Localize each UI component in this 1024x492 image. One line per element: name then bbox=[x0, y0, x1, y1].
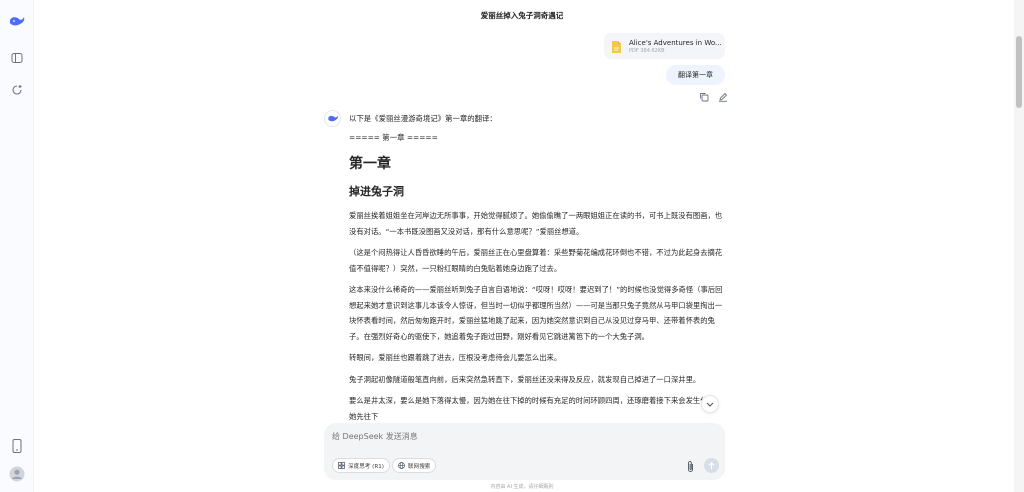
file-meta: PDF 384.62KB bbox=[629, 47, 665, 54]
page-title: 爱丽丝掉入兔子洞奇遇记 bbox=[480, 11, 564, 20]
copy-icon[interactable] bbox=[698, 91, 709, 102]
new-chat-icon[interactable] bbox=[7, 80, 27, 100]
scroll-down-button[interactable] bbox=[701, 395, 719, 413]
paperclip-icon[interactable] bbox=[684, 459, 696, 473]
phone-icon[interactable] bbox=[7, 436, 27, 456]
paragraph: （这是个闷热得让人昏昏欲睡的午后，爱丽丝正在心里盘算着：采些野菊花编成花环倒也不… bbox=[349, 248, 723, 273]
whale-logo-icon[interactable] bbox=[7, 12, 27, 32]
paragraph: 要么是井太深，要么是她下落得太慢，因为她在往下掉的时候有充足的时间环顾四周，还琢… bbox=[349, 396, 723, 421]
paragraph: 转眼间，爱丽丝也跟着跳了进去，压根没考虑待会儿要怎么出来。 bbox=[349, 353, 562, 362]
section-heading: 掉进兔子洞 bbox=[349, 185, 404, 198]
web-search-button[interactable]: 联网搜索 bbox=[392, 458, 437, 473]
assistant-message: 以下是《爱丽丝漫游奇境记》第一章的翻译： ===== 第一章 ===== 第一章… bbox=[349, 113, 726, 425]
chevron-down-icon bbox=[706, 402, 714, 407]
arrow-up-icon bbox=[708, 461, 715, 469]
attached-file-card[interactable]: Alice's Adventures in Wo... PDF 384.62KB bbox=[604, 33, 725, 59]
scrollbar-thumb[interactable] bbox=[1016, 36, 1022, 108]
user-avatar-icon[interactable] bbox=[7, 464, 27, 484]
file-icon bbox=[610, 39, 622, 53]
paragraph: 这本来没什么稀奇的——爱丽丝听到兔子自言自语地说：“哎呀！哎呀！要迟到了！”的时… bbox=[349, 285, 723, 341]
whale-logo-icon bbox=[327, 115, 338, 121]
message-input[interactable] bbox=[332, 430, 712, 442]
chapter-heading: 第一章 bbox=[349, 156, 391, 172]
send-button[interactable] bbox=[704, 458, 719, 473]
sidebar-toggle-icon[interactable] bbox=[7, 48, 27, 68]
message-tools bbox=[698, 91, 728, 102]
deep-think-button[interactable]: 深度思考 (R1) bbox=[332, 458, 390, 473]
assistant-avatar bbox=[324, 110, 341, 127]
deep-think-icon bbox=[338, 462, 345, 469]
message-composer: 深度思考 (R1) 联网搜索 bbox=[324, 423, 725, 480]
footer-disclaimer: 内容由 AI 生成，请仔细甄别 bbox=[490, 484, 554, 490]
web-search-label: 联网搜索 bbox=[408, 463, 431, 470]
scrollbar[interactable] bbox=[1014, 0, 1024, 492]
assistant-intro: 以下是《爱丽丝漫游奇境记》第一章的翻译： bbox=[349, 114, 497, 123]
user-message: 翻译第一章 bbox=[666, 65, 725, 85]
sidebar bbox=[0, 0, 34, 492]
chapter-divider: ===== 第一章 ===== bbox=[349, 133, 438, 142]
deep-think-label: 深度思考 (R1) bbox=[348, 463, 384, 470]
globe-icon bbox=[398, 462, 405, 469]
paragraph: 爱丽丝挨着姐姐坐在河岸边无所事事，开始觉得腻烦了。她偷偷瞧了一两眼姐姐正在读的书… bbox=[349, 211, 723, 236]
paragraph: 兔子洞起初像隧道般笔直向前，后来突然急转直下，爱丽丝还没来得及反应，就发现自己掉… bbox=[349, 374, 701, 384]
edit-icon[interactable] bbox=[717, 91, 728, 102]
file-name: Alice's Adventures in Wo... bbox=[629, 38, 722, 47]
